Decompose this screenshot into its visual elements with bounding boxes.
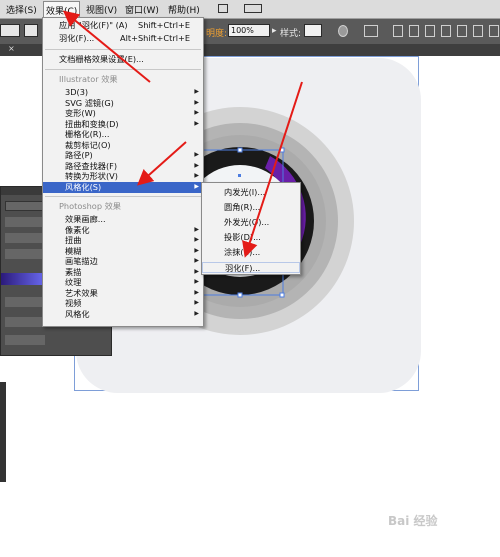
- watermark-logo: Bai 经验: [388, 514, 438, 528]
- arrow-to-stylize: [137, 141, 187, 186]
- annotation-arrows: [62, 10, 303, 258]
- arrow-to-scribble: [242, 81, 303, 258]
- arrow-to-effect-menu: [62, 10, 151, 83]
